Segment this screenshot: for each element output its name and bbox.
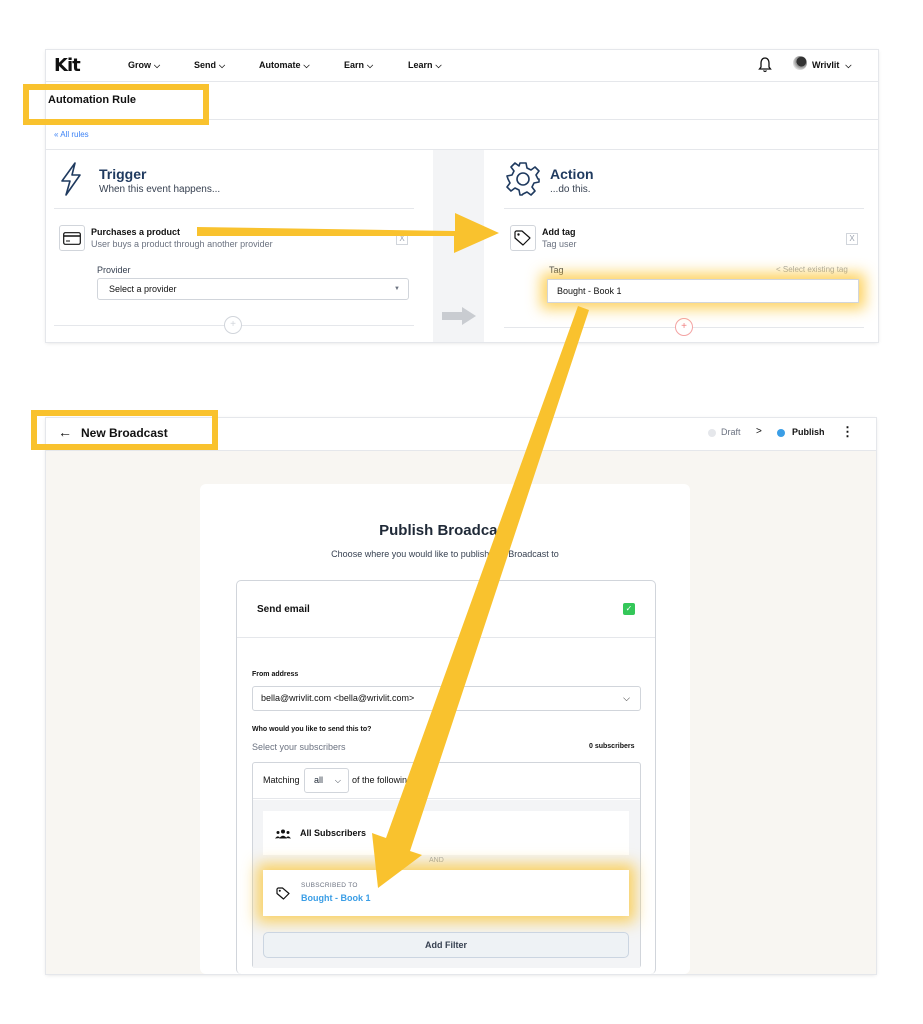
filter-list: All Subscribers AND SUBSCRIBED TO Bought…: [253, 800, 640, 968]
step-draft[interactable]: Draft: [721, 427, 741, 437]
publish-subtitle: Choose where you would like to publish t…: [331, 549, 559, 559]
users-icon: [275, 829, 291, 839]
remove-action-button[interactable]: X: [846, 233, 858, 245]
chevron-right-icon: >: [756, 426, 762, 437]
tag-label: Tag: [549, 265, 564, 275]
filter-box: Matching all ⌵ of the following All Subs…: [252, 762, 641, 968]
provider-label: Provider: [97, 265, 131, 275]
lightning-icon: [61, 162, 81, 196]
from-address-value: bella@wrivlit.com <bella@wrivlit.com>: [261, 693, 415, 703]
user-name: Wrivlit: [812, 60, 840, 70]
add-trigger-button[interactable]: +: [224, 316, 242, 334]
chevron-down-icon: ⌵: [435, 61, 442, 70]
top-nav: Kit Grow ⌵ Send ⌵ Automate ⌵ Earn ⌵ Learn ⌵ W…: [46, 50, 878, 82]
subscribed-to-tag-link[interactable]: Bought - Book 1: [301, 893, 371, 903]
draft-status-dot: [708, 429, 716, 437]
match-select-value: all: [314, 775, 324, 785]
remove-trigger-button[interactable]: X: [396, 233, 408, 245]
action-item-title: Add tag: [542, 227, 576, 237]
divider: [54, 208, 414, 209]
divider: [237, 637, 655, 638]
avatar[interactable]: [793, 56, 807, 70]
trigger-item-subtitle: User buys a product through another prov…: [91, 239, 273, 249]
matching-label: Matching: [263, 775, 300, 785]
trigger-subtitle: When this event happens...: [99, 184, 221, 195]
step-publish[interactable]: Publish: [792, 427, 825, 437]
provider-select-value: Select a provider: [109, 284, 177, 294]
tag-input[interactable]: Bought - Book 1: [547, 279, 859, 303]
of-following-label: of the following: [352, 775, 413, 785]
user-menu[interactable]: Wrivlit ⌵: [812, 60, 851, 71]
nav-grow[interactable]: Grow ⌵: [128, 60, 160, 71]
recipients-label: Who would you like to send this to?: [252, 726, 372, 733]
add-filter-button[interactable]: Add Filter: [263, 932, 629, 958]
chevron-down-icon: ⌵: [367, 61, 374, 70]
publish-title: Publish Broadcast: [379, 522, 511, 539]
chevron-down-icon: ⌵: [154, 61, 161, 70]
and-separator: AND: [429, 857, 444, 864]
trigger-title: Trigger: [99, 166, 147, 182]
subscriber-count: 0 subscribers: [589, 743, 635, 750]
select-existing-tag-link[interactable]: < Select existing tag: [776, 265, 848, 274]
nav-learn-label: Learn: [408, 60, 433, 70]
bell-icon[interactable]: [758, 57, 772, 73]
more-menu-icon[interactable]: ⋮: [841, 424, 854, 440]
credit-card-icon: [59, 225, 85, 251]
tag-icon: [510, 225, 536, 251]
from-address-select[interactable]: bella@wrivlit.com <bella@wrivlit.com> ⌵: [252, 686, 641, 711]
nav-automate-label: Automate: [259, 60, 301, 70]
caret-down-icon: ▼: [394, 286, 400, 292]
chevron-down-icon: ⌵: [845, 61, 852, 70]
action-title: Action: [550, 166, 594, 182]
tag-icon: [276, 887, 290, 900]
chevron-down-icon: ⌵: [303, 61, 310, 70]
filter-all-subscribers[interactable]: All Subscribers: [263, 811, 629, 855]
highlight-box-automation-rule: [23, 84, 209, 125]
send-email-label: Send email: [257, 604, 310, 615]
publish-status-dot: [777, 429, 785, 437]
chevron-down-icon: ⌵: [623, 693, 630, 703]
subscribed-to-label: SUBSCRIBED TO: [301, 882, 358, 889]
filter-subscribed-to[interactable]: SUBSCRIBED TO Bought - Book 1: [263, 870, 629, 916]
gear-icon: [506, 162, 540, 196]
provider-select[interactable]: Select a provider ▼: [97, 278, 409, 300]
all-subscribers-label: All Subscribers: [300, 828, 367, 838]
action-subtitle: ...do this.: [550, 184, 591, 195]
new-broadcast-panel: ← New Broadcast Draft > Publish ⋮ Publis…: [46, 418, 876, 974]
match-select[interactable]: all ⌵: [304, 768, 349, 793]
action-item-subtitle: Tag user: [542, 239, 577, 249]
publish-card: Publish Broadcast Choose where you would…: [200, 484, 690, 974]
highlight-box-new-broadcast: [31, 410, 218, 450]
nav-earn[interactable]: Earn ⌵: [344, 60, 373, 71]
kit-logo[interactable]: Kit: [54, 55, 81, 76]
nav-learn[interactable]: Learn ⌵: [408, 60, 442, 71]
nav-automate[interactable]: Automate ⌵: [259, 60, 310, 71]
all-rules-link[interactable]: « All rules: [54, 130, 89, 139]
nav-grow-label: Grow: [128, 60, 152, 70]
nav-send[interactable]: Send ⌵: [194, 60, 225, 71]
add-action-button[interactable]: +: [675, 318, 693, 336]
chevron-down-icon: ⌵: [334, 776, 341, 785]
arrow-right-icon: [442, 307, 476, 325]
recipients-sublabel: Select your subscribers: [252, 742, 346, 752]
nav-earn-label: Earn: [344, 60, 365, 70]
filter-header: Matching all ⌵ of the following: [253, 763, 640, 799]
send-email-checkbox[interactable]: ✓: [623, 603, 635, 615]
chevron-down-icon: ⌵: [219, 61, 226, 70]
nav-send-label: Send: [194, 60, 217, 70]
from-address-label: From address: [252, 671, 299, 678]
divider: [504, 208, 864, 209]
trigger-item-title: Purchases a product: [91, 227, 181, 237]
send-email-section: Send email ✓ From address bella@wrivlit.…: [236, 580, 656, 974]
